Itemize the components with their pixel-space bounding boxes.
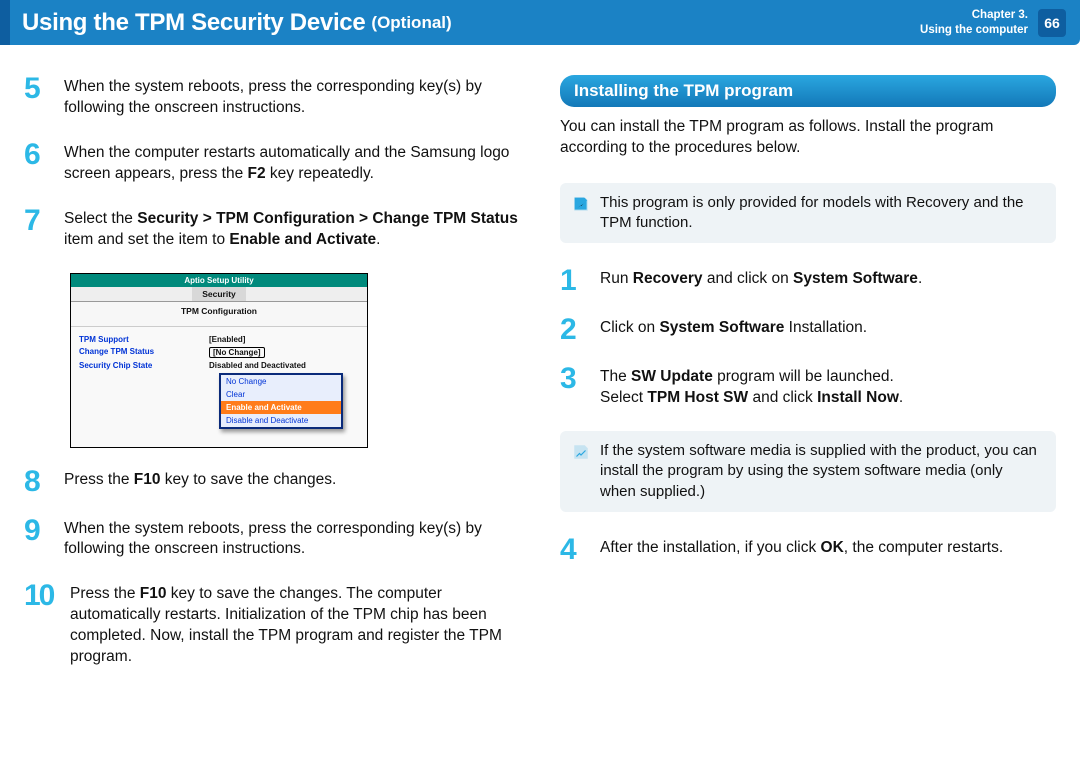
step-8: 8 Press the F10 key to save the changes.	[24, 468, 520, 495]
bios-subheading: TPM Configuration	[71, 302, 367, 327]
step-7: 7 Select the Security > TPM Configuratio…	[24, 207, 520, 251]
chapter-line1: Chapter 3.	[920, 8, 1028, 22]
r-step-3-text: The SW Update program will be launched. …	[600, 365, 903, 409]
page-header: Using the TPM Security Device (Optional)…	[0, 0, 1080, 45]
bios-row-chip-state: Security Chip State Disabled and Deactiv…	[79, 361, 359, 370]
section-intro: You can install the TPM program as follo…	[560, 117, 1056, 159]
note-2-text: If the system software media is supplied…	[600, 442, 1037, 500]
bios-tabbar: Security	[71, 287, 367, 302]
r-step-3: 3 The SW Update program will be launched…	[560, 365, 1056, 409]
step-10: 10 Press the F10 key to save the changes…	[24, 582, 520, 668]
bios-row-tpm-support: TPM Support [Enabled]	[79, 335, 359, 344]
step-6-text: When the computer restarts automatically…	[64, 141, 520, 185]
step-9: 9 When the system reboots, press the cor…	[24, 517, 520, 561]
step-5: 5 When the system reboots, press the cor…	[24, 75, 520, 119]
content: 5 When the system reboots, press the cor…	[0, 45, 1080, 710]
step-6: 6 When the computer restarts automatical…	[24, 141, 520, 185]
note-1: This program is only provided for models…	[560, 183, 1056, 244]
bios-screenshot: Aptio Setup Utility Security TPM Configu…	[70, 273, 368, 448]
bios-opt-clear: Clear	[221, 388, 341, 401]
bios-dropdown: No Change Clear Enable and Activate Disa…	[219, 373, 343, 429]
step-9-text: When the system reboots, press the corre…	[64, 517, 520, 561]
r-step-2: 2 Click on System Software Installation.	[560, 316, 1056, 343]
bios-tab-security: Security	[192, 287, 246, 301]
note-1-text: This program is only provided for models…	[600, 194, 1024, 231]
page-subtitle: (Optional)	[371, 13, 451, 33]
note-icon	[572, 443, 590, 461]
page-title: Using the TPM Security Device	[22, 9, 365, 37]
bios-row-change-status: Change TPM Status [No Change]	[79, 347, 359, 358]
r-step-1: 1 Run Recovery and click on System Softw…	[560, 267, 1056, 294]
r-step-2-text: Click on System Software Installation.	[600, 316, 867, 343]
section-heading: Installing the TPM program	[560, 75, 1056, 107]
r-step-1-text: Run Recovery and click on System Softwar…	[600, 267, 922, 294]
header-right: Chapter 3. Using the computer 66	[920, 8, 1066, 37]
page-number: 66	[1038, 9, 1066, 37]
header-accent	[0, 0, 10, 45]
bios-opt-nochange: No Change	[221, 375, 341, 388]
bios-title: Aptio Setup Utility	[71, 274, 367, 287]
note-2: If the system software media is supplied…	[560, 431, 1056, 512]
step-7-text: Select the Security > TPM Configuration …	[64, 207, 520, 251]
right-column: Installing the TPM program You can insta…	[560, 75, 1056, 690]
r-step-4: 4 After the installation, if you click O…	[560, 536, 1056, 563]
chapter-label: Chapter 3. Using the computer	[920, 8, 1028, 37]
step-10-text: Press the F10 key to save the changes. T…	[70, 582, 520, 668]
note-icon	[572, 195, 590, 213]
chapter-line2: Using the computer	[920, 23, 1028, 37]
step-8-text: Press the F10 key to save the changes.	[64, 468, 336, 495]
step-5-text: When the system reboots, press the corre…	[64, 75, 520, 119]
r-step-4-text: After the installation, if you click OK,…	[600, 536, 1003, 563]
left-column: 5 When the system reboots, press the cor…	[24, 75, 520, 690]
bios-body: TPM Support [Enabled] Change TPM Status …	[71, 327, 367, 447]
bios-opt-enable: Enable and Activate	[221, 401, 341, 414]
bios-opt-disable: Disable and Deactivate	[221, 414, 341, 427]
